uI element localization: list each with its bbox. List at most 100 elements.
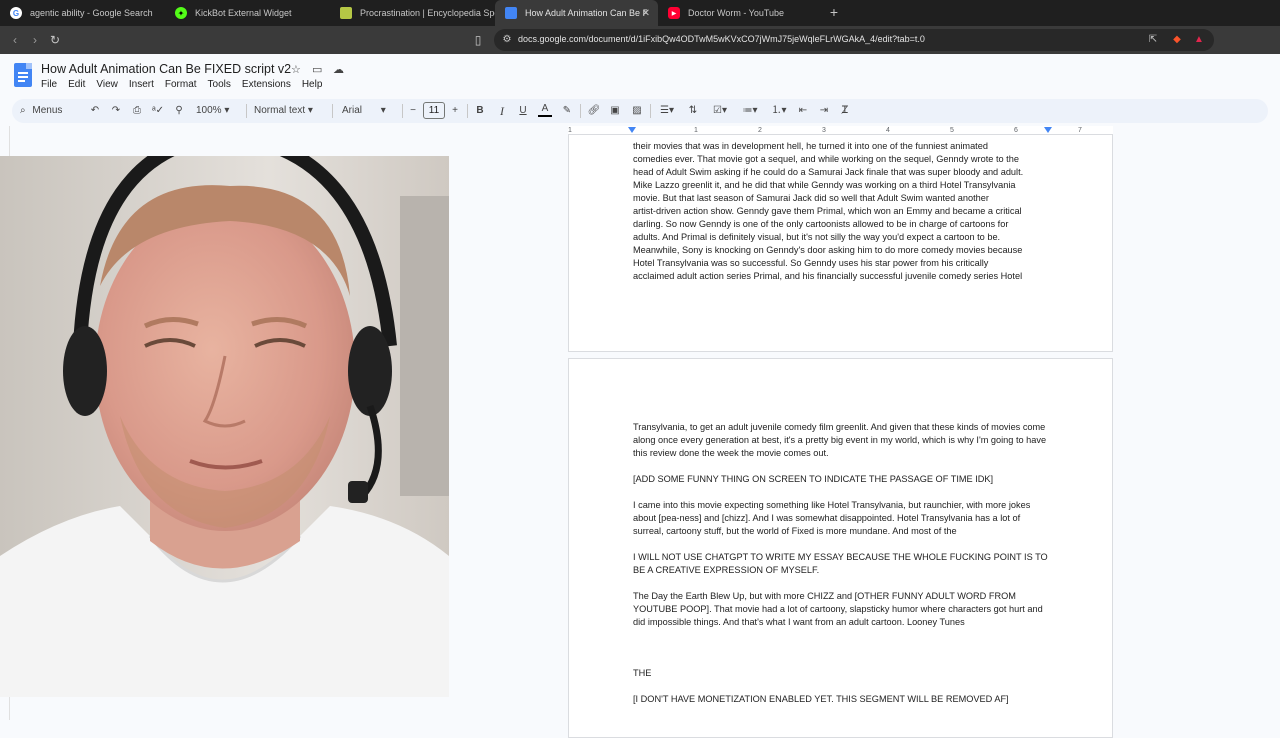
tab-label: Procrastination | Encyclopedia Spong — [360, 8, 495, 18]
bold-button[interactable]: B — [474, 103, 486, 119]
left-indent-marker-icon[interactable] — [628, 127, 636, 133]
paint-format-icon[interactable]: ⚲ — [172, 103, 186, 119]
cloud-saved-icon[interactable]: ☁ — [333, 63, 344, 76]
body-paragraph: Transylvania, to get an adult juvenile c… — [633, 422, 1047, 458]
body-paragraph: [I DON'T HAVE MONETIZATION ENABLED YET. … — [633, 694, 1009, 704]
youtube-icon: ▶ — [668, 7, 680, 19]
body-text-line: their movies that was in development hel… — [633, 141, 988, 151]
body-text-line: head of Adult Swim asking if he could do… — [633, 167, 1024, 177]
document-page[interactable]: Transylvania, to get an adult juvenile c… — [568, 358, 1113, 738]
menu-edit[interactable]: Edit — [68, 79, 85, 90]
body-paragraph: I came into this movie expecting somethi… — [633, 500, 1031, 536]
menu-help[interactable]: Help — [302, 79, 323, 90]
docs-logo-icon[interactable] — [14, 63, 32, 87]
redo-icon[interactable]: ↷ — [109, 103, 123, 119]
increase-indent-icon[interactable]: ⇥ — [817, 103, 831, 119]
bookmark-icon[interactable]: ▯ — [469, 31, 487, 49]
body-paragraph: THE — [633, 668, 652, 678]
menus-search[interactable]: ⌕ Menus — [20, 103, 80, 119]
browser-toolbar: ‹ › ↻ ▯ ⚙ docs.google.com/document/d/1iF… — [0, 26, 1280, 54]
body-text-line: adults. And Primal is definitely visual,… — [633, 232, 1001, 242]
webcam-person-image — [0, 156, 449, 697]
text-color-button[interactable]: A — [538, 103, 552, 117]
tab-youtube[interactable]: ▶ Doctor Worm - YouTube — [658, 0, 823, 26]
menu-extensions[interactable]: Extensions — [242, 79, 291, 90]
docs-icon — [505, 7, 517, 19]
menu-view[interactable]: View — [96, 79, 118, 90]
address-bar[interactable]: ⚙ docs.google.com/document/d/1iFxibQw4OD… — [494, 29, 1214, 51]
google-icon: G — [10, 7, 22, 19]
ruler-number: 7 — [1078, 127, 1082, 134]
increase-font-size-button[interactable]: + — [450, 103, 460, 119]
body-paragraph: [ADD SOME FUNNY THING ON SCREEN TO INDIC… — [633, 474, 994, 484]
browser-tab-strip: G agentic ability - Google Search ✦ Kick… — [0, 0, 1280, 26]
zoom-value: 100% — [196, 105, 222, 116]
reload-icon[interactable]: ↻ — [46, 31, 64, 49]
decrease-font-size-button[interactable]: − — [408, 103, 418, 119]
zoom-select[interactable]: 100% ▾ — [196, 103, 240, 119]
tab-google-search[interactable]: G agentic ability - Google Search — [0, 0, 165, 26]
numbered-list-icon[interactable]: ⒈▾ — [767, 103, 791, 119]
menu-format[interactable]: Format — [165, 79, 197, 90]
checklist-icon[interactable]: ☑▾ — [708, 103, 732, 119]
highlight-color-icon[interactable]: ✎ — [560, 103, 574, 119]
font-value: Arial — [342, 105, 363, 116]
paragraph-style-value: Normal text — [254, 105, 306, 116]
paragraph-style-select[interactable]: Normal text ▾ — [254, 103, 326, 119]
body-text-line: Meanwhile, Sony is knocking on Genndy's … — [633, 245, 1023, 255]
menus-search-label: Menus — [32, 105, 63, 116]
bulleted-list-icon[interactable]: ≔▾ — [738, 103, 762, 119]
font-select[interactable]: Arial ▾ — [342, 103, 397, 119]
menu-file[interactable]: File — [41, 79, 57, 90]
share-icon[interactable]: ⇱ — [1146, 33, 1160, 47]
brave-shield-icon[interactable]: ◆ — [1170, 33, 1184, 47]
webcam-overlay — [0, 156, 449, 697]
ruler-number: 6 — [1014, 127, 1018, 134]
line-spacing-icon[interactable]: ⇅ — [686, 103, 700, 119]
docs-header: How Adult Animation Can Be FIXED script … — [0, 54, 1280, 98]
brave-rewards-icon[interactable]: ▲ — [1192, 33, 1206, 47]
body-text-line: movie. But that last season of Samurai J… — [633, 193, 989, 203]
star-icon[interactable]: ☆ — [291, 63, 301, 76]
back-icon[interactable]: ‹ — [6, 31, 24, 49]
spellcheck-icon[interactable]: ᵃ✓ — [151, 103, 165, 119]
right-indent-marker-icon[interactable] — [1044, 127, 1052, 133]
forward-icon[interactable]: › — [26, 31, 44, 49]
font-size-input[interactable]: 11 — [423, 102, 445, 119]
undo-icon[interactable]: ↶ — [88, 103, 102, 119]
ruler-number: 4 — [886, 127, 890, 134]
align-select-icon[interactable]: ☰▾ — [656, 103, 678, 119]
clear-formatting-icon[interactable]: Ꮖ̸ — [838, 103, 852, 119]
body-text-line: Hotel Transylvania was so successful. So… — [633, 258, 989, 268]
move-folder-icon[interactable]: ▭ — [312, 63, 322, 76]
print-icon[interactable]: ⎙ — [130, 103, 144, 119]
new-tab-button[interactable]: + — [826, 4, 842, 20]
decrease-indent-icon[interactable]: ⇤ — [796, 103, 810, 119]
ruler-number: 2 — [758, 127, 762, 134]
tab-label: agentic ability - Google Search — [30, 8, 153, 18]
close-tab-icon[interactable]: ✕ — [642, 8, 650, 19]
url-text: docs.google.com/document/d/1iFxibQw4ODTw… — [518, 34, 925, 44]
tab-kickbot[interactable]: ✦ KickBot External Widget — [165, 0, 330, 26]
ruler-number: 1 — [568, 127, 572, 134]
body-paragraph: The Day the Earth Blew Up, but with more… — [633, 591, 1043, 627]
document-page[interactable]: their movies that was in development hel… — [568, 134, 1113, 352]
tab-encyclopedia[interactable]: Procrastination | Encyclopedia Spong — [330, 0, 495, 26]
ruler-number: 5 — [950, 127, 954, 134]
site-info-icon[interactable]: ⚙ — [500, 33, 514, 47]
document-title[interactable]: How Adult Animation Can Be FIXED script … — [41, 62, 291, 76]
insert-link-icon[interactable]: 🔗︎ — [587, 103, 601, 119]
menu-tools[interactable]: Tools — [208, 79, 231, 90]
formatting-toolbar: ⌕ Menus ↶ ↷ ⎙ ᵃ✓ ⚲ 100% ▾ Normal text ▾ … — [12, 99, 1268, 123]
insert-image-icon[interactable]: ▨ — [630, 103, 644, 119]
menu-insert[interactable]: Insert — [129, 79, 154, 90]
add-comment-icon[interactable]: ▣ — [608, 103, 622, 119]
menu-bar: File Edit View Insert Format Tools Exten… — [41, 79, 333, 90]
kickbot-icon: ✦ — [175, 7, 187, 19]
tab-google-doc[interactable]: How Adult Animation Can Be FIX ✕ — [495, 0, 658, 26]
underline-button[interactable]: U — [517, 103, 529, 119]
body-text-line: comedies ever. That movie got a sequel, … — [633, 154, 1019, 164]
italic-button[interactable]: I — [496, 103, 508, 119]
tab-label: How Adult Animation Can Be FIX — [525, 8, 647, 18]
body-text-line: artist-driven action show. Genndy gave t… — [633, 206, 1022, 216]
